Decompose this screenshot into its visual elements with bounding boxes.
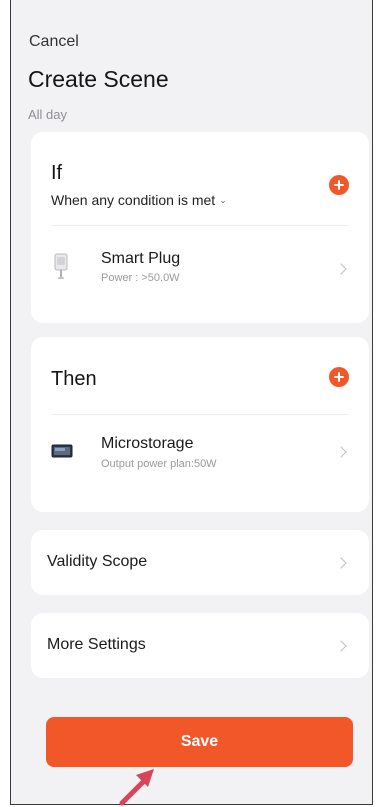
device-action-detail: Output power plan:50W (101, 458, 217, 470)
microstorage-icon (51, 444, 73, 458)
divider (51, 414, 349, 415)
action-row-microstorage[interactable]: Microstorage Output power plan:50W (31, 425, 369, 485)
chevron-right-icon (335, 446, 347, 458)
device-name: Smart Plug (101, 250, 181, 267)
chevron-right-icon (335, 557, 347, 569)
add-action-button[interactable] (329, 367, 349, 387)
schedule-subtitle: All day (28, 107, 68, 122)
if-card: If When any condition is met ⌄ Smart Plug… (31, 132, 369, 323)
page-title: Create Scene (28, 66, 169, 92)
add-condition-button[interactable] (329, 175, 349, 195)
chevron-right-icon (335, 640, 347, 652)
then-heading: Then (51, 368, 97, 390)
more-settings-row[interactable]: More Settings (31, 613, 369, 678)
validity-scope-row[interactable]: Validity Scope (31, 530, 369, 595)
condition-mode-dropdown[interactable]: When any condition is met ⌄ (51, 192, 227, 208)
more-settings-label: More Settings (47, 636, 146, 653)
save-button[interactable]: Save (46, 717, 353, 767)
annotation-arrow-icon (119, 769, 154, 806)
then-card: Then Microstorage Output power plan:50W (31, 337, 369, 512)
app-screen: Cancel Create Scene All day If When any … (10, 0, 373, 805)
device-name: Microstorage (101, 435, 194, 452)
device-condition-detail: Power : >50.0W (101, 272, 180, 284)
condition-row-smart-plug[interactable]: Smart Plug Power : >50.0W (31, 238, 369, 298)
chevron-right-icon (335, 263, 347, 275)
validity-scope-label: Validity Scope (47, 553, 148, 570)
condition-mode-label: When any condition is met (51, 192, 216, 208)
if-heading: If (51, 162, 63, 184)
smart-plug-icon (54, 253, 68, 279)
divider (51, 225, 349, 226)
chevron-down-icon: ⌄ (219, 195, 227, 205)
cancel-button[interactable]: Cancel (29, 33, 79, 51)
